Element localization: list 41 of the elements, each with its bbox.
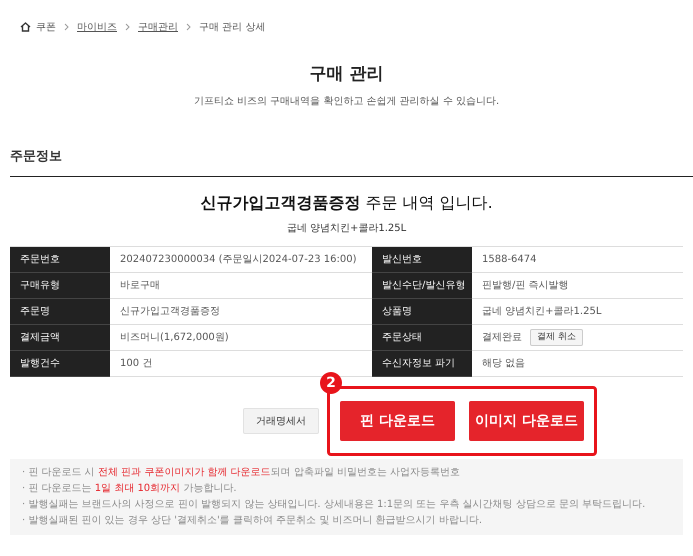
field-label: 발신번호 [372,247,472,273]
field-value: 1588-6474 [472,247,683,273]
breadcrumb-current: 구매 관리 상세 [199,20,266,34]
cancel-payment-button[interactable]: 결제 취소 [530,328,583,346]
field-value: 굽네 양념치킨+콜라1.25L [472,299,683,325]
field-label: 수신자정보 파기 [372,351,472,377]
download-button[interactable]: 핀 다운로드 [340,401,455,441]
page-title: 구매 관리 [308,63,384,86]
statement-button[interactable]: 거래명세서 [243,408,319,434]
page-subtitle: 기프티쇼 비즈의 구매내역을 확인하고 손쉽게 관리하실 수 있습니다. [192,94,500,108]
field-value: 비즈머니(1,672,000원) [110,325,372,351]
field-label: 구매유형 [10,273,110,299]
field-label: 주문번호 [10,247,110,273]
section-title: 주문정보 [10,146,693,177]
download-button[interactable]: 이미지 다운로드 [469,401,584,441]
step-number-badge: 2 [320,372,342,394]
field-value: 바로구매 [110,273,372,299]
notice-line: · 핀 다운로드는 1일 최대 10회까지 가능합니다. [22,482,238,496]
field-value: 해당 없음 [472,351,683,377]
chevron-icon [64,23,69,31]
order-heading: 신규가입고객경품증정 주문 내역 입니다. [199,192,494,214]
field-label: 주문상태 [372,325,472,351]
breadcrumb-link[interactable]: 구매관리 [138,20,178,34]
breadcrumb-link[interactable]: 마이비즈 [77,20,117,34]
field-value: 핀발행/핀 즉시발행 [472,273,683,299]
notice-line: · 발행실패는 브랜드사의 사정으로 핀이 발행되지 않는 상태입니다. 상세내용은 1:1문의 또는 우측 실시간채팅 상담으로 문의 부탁드립니다. [22,498,646,512]
chevron-icon [186,23,191,31]
notice-line: · 발행실패된 핀이 있는 경우 상단 '결제취소'를 클릭하여 주문취소 및 비즈머니 환급받으시기 바랍니다. [22,514,483,528]
breadcrumb-link[interactable]: 쿠폰 [36,20,56,34]
home-icon[interactable] [20,22,31,32]
field-value: 신규가입고객경품증정 [110,299,372,325]
field-label: 주문명 [10,299,110,325]
field-label: 상품명 [372,299,472,325]
notice-line: · 핀 다운로드 시 전체 핀과 쿠폰이미지가 함께 다운로드되며 압축파일 비밀번호는 사업자등록번호 [22,466,462,480]
field-label: 발신수단/발신유형 [372,273,472,299]
field-label: 발행건수 [10,351,110,377]
field-value: 202407230000034 (주문일시2024-07-23 16:00) [110,247,372,273]
field-value: 결제완료 [482,331,522,345]
field-label: 결제금액 [10,325,110,351]
product-name: 굽네 양념치킨+콜라1.25L [286,222,408,236]
chevron-icon [125,23,130,31]
